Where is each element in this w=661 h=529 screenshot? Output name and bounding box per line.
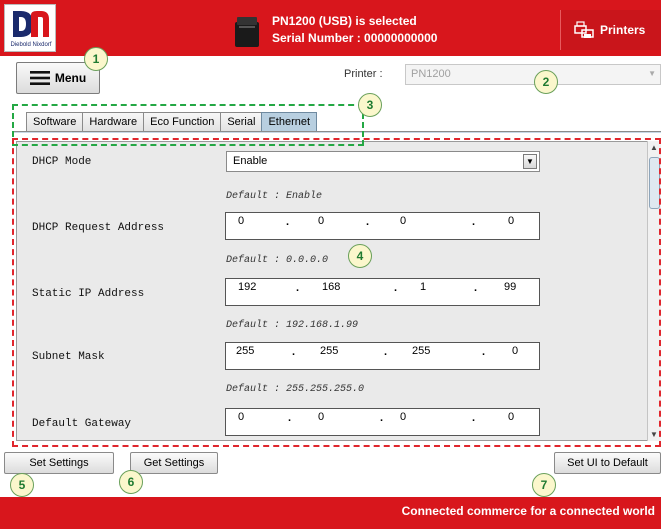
- serial-number-text: Serial Number : 00000000000: [272, 31, 438, 45]
- callout-badge-3: 3: [358, 93, 382, 117]
- dn-logo-icon: [13, 11, 49, 37]
- callout-badge-1: 1: [84, 47, 108, 71]
- set-settings-button[interactable]: Set Settings: [4, 452, 114, 474]
- logo-text: Diebold Nixdorf: [10, 42, 52, 48]
- printers-label: Printers: [600, 23, 646, 37]
- chevron-down-icon: ▼: [648, 69, 656, 78]
- panel-highlight: [12, 138, 661, 447]
- callout-badge-2: 2: [534, 70, 558, 94]
- footer-tagline: Connected commerce for a connected world: [401, 504, 655, 518]
- hamburger-icon: [29, 71, 50, 85]
- callout-badge-7: 7: [532, 473, 556, 497]
- get-settings-button[interactable]: Get Settings: [130, 452, 218, 474]
- printers-button[interactable]: Printers: [560, 10, 661, 50]
- printer-select[interactable]: PN1200 ▼: [405, 64, 661, 85]
- selected-printer-text: PN1200 (USB) is selected: [272, 14, 417, 28]
- menu-label: Menu: [54, 71, 87, 85]
- callout-badge-6: 6: [119, 470, 143, 494]
- set-ui-default-button[interactable]: Set UI to Default: [554, 452, 661, 474]
- callout-badge-4: 4: [348, 244, 372, 268]
- diebold-nixdorf-logo: Diebold Nixdorf: [4, 4, 56, 52]
- printer-label: Printer :: [344, 68, 383, 80]
- callout-badge-5: 5: [10, 473, 34, 497]
- app-footer: Connected commerce for a connected world: [0, 497, 661, 529]
- printers-icon: [574, 21, 594, 38]
- receipt-printer-icon: [235, 17, 259, 47]
- printer-select-value: PN1200: [411, 68, 451, 80]
